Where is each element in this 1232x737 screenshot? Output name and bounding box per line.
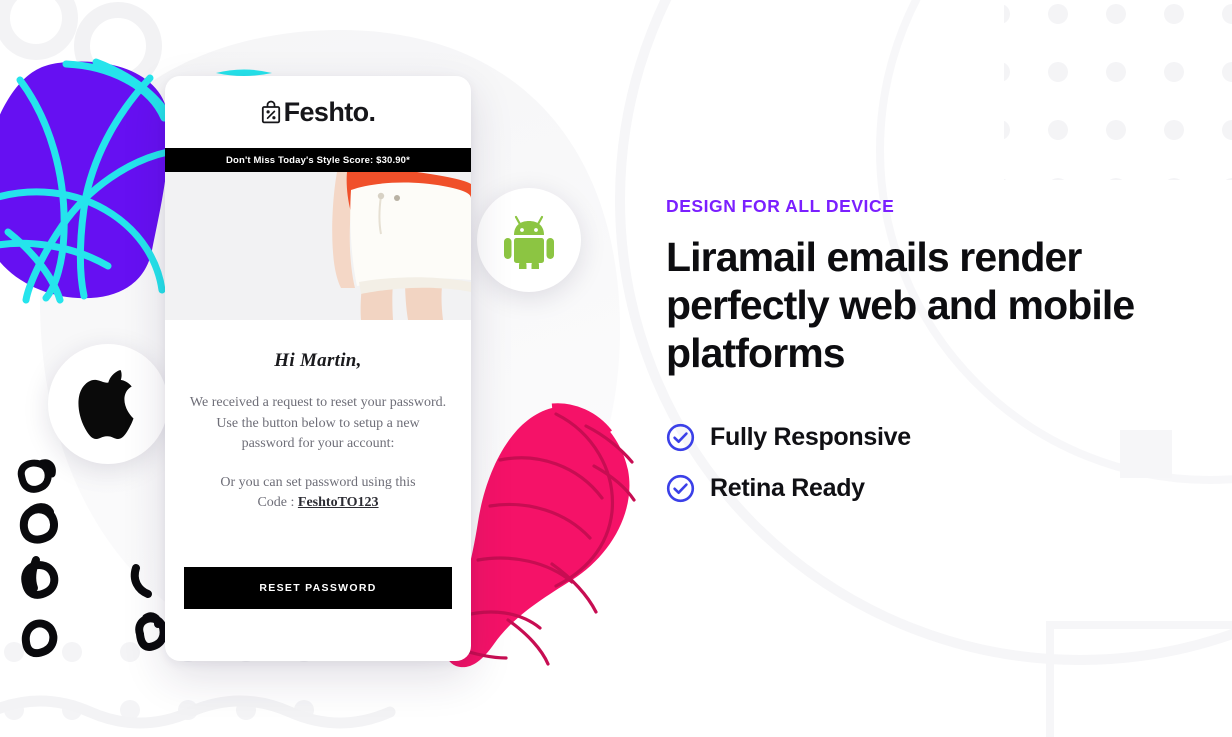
section-headline: Liramail emails render perfectly web and… <box>666 234 1135 376</box>
feature-label: Fully Responsive <box>710 423 911 451</box>
platform-badge-android[interactable] <box>477 188 581 292</box>
email-paragraph-2-prefix: Or you can set password using this <box>220 474 416 490</box>
section-eyebrow: DESIGN FOR ALL DEVICE <box>666 196 895 216</box>
feature-item-retina-ready: Retina Ready <box>666 474 1196 503</box>
email-code-link[interactable]: FeshtoTO123 <box>298 495 379 510</box>
email-paragraph-2: Or you can set password using this Code … <box>189 473 447 514</box>
apple-logo-icon <box>78 370 134 440</box>
email-hero-image <box>165 172 471 320</box>
faint-rect-outline <box>1046 621 1232 737</box>
scribble-3 <box>21 556 59 599</box>
android-robot-icon <box>504 215 554 269</box>
scribble-4 <box>21 619 58 658</box>
promo-banner-text: Don't Miss Today's Style Score: $30.90* <box>226 154 410 166</box>
email-body: Hi Martin, We received a request to rese… <box>165 320 471 514</box>
reset-password-button[interactable]: RESET PASSWORD <box>184 567 452 609</box>
check-circle-icon <box>666 474 695 503</box>
shopping-bag-percent-icon <box>261 100 280 124</box>
feature-label: Retina Ready <box>710 474 865 502</box>
feature-list: Fully Responsive Retina Ready <box>666 423 1196 503</box>
email-greeting: Hi Martin, <box>274 350 362 371</box>
promo-banner: Don't Miss Today's Style Score: $30.90* <box>165 148 471 172</box>
dot-grid-top-right <box>1004 0 1232 180</box>
slide-canvas: Feshto. Don't Miss Today's Style Score: … <box>0 0 1232 737</box>
pink-abstract-shape <box>445 403 636 668</box>
email-preview-card: Feshto. Don't Miss Today's Style Score: … <box>165 76 471 661</box>
scribble-2 <box>19 503 58 544</box>
email-logo: Feshto. <box>165 76 471 148</box>
scribble-1 <box>17 459 56 493</box>
scribble-5 <box>130 564 152 598</box>
platform-badge-apple[interactable] <box>48 344 168 464</box>
content-column: DESIGN FOR ALL DEVICE Liramail emails re… <box>666 196 1196 525</box>
email-code-label: Code : <box>257 495 295 510</box>
email-logo-text: Feshto. <box>283 96 376 127</box>
scribble-6 <box>135 612 168 651</box>
feature-item-fully-responsive: Fully Responsive <box>666 423 1196 452</box>
check-circle-icon <box>666 423 695 452</box>
email-paragraph-1: We received a request to reset your pass… <box>189 395 447 451</box>
